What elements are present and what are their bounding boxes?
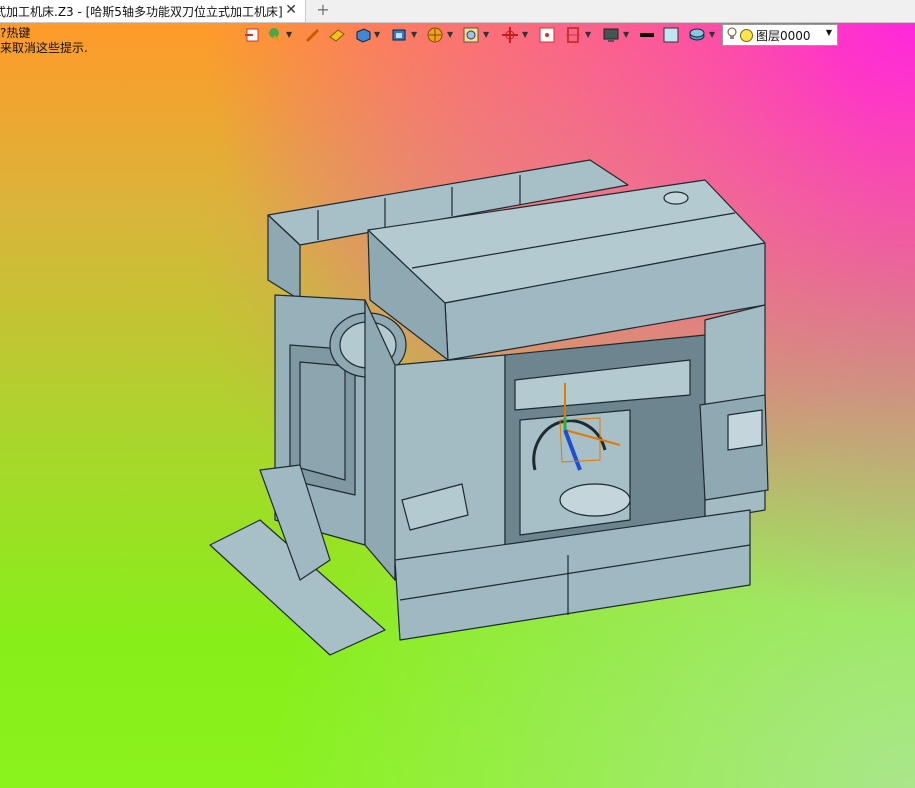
chevron-down-icon[interactable]: ▼ (447, 30, 453, 39)
grid-icon[interactable] (538, 26, 556, 44)
exit-icon[interactable] (244, 26, 262, 44)
view-cube-icon[interactable] (390, 26, 408, 44)
layer-name: 图层0000 (756, 29, 811, 43)
tab-title: 式加工机床.Z3 - [哈斯5轴多功能双刀位立式加工机床] (0, 4, 283, 19)
hint-line-1: ?热键 (0, 26, 31, 40)
line-style-icon[interactable] (638, 26, 656, 44)
document-tab[interactable]: 式加工机床.Z3 - [哈斯5轴多功能双刀位立式加工机床] ✕ (0, 0, 306, 22)
color-swatch-icon[interactable] (662, 26, 680, 44)
layer-dropdown[interactable]: 图层0000 ▼ (722, 24, 838, 46)
chevron-down-icon[interactable]: ▼ (374, 30, 380, 39)
chevron-down-icon[interactable]: ▼ (483, 30, 489, 39)
chevron-down-icon[interactable]: ▼ (623, 30, 629, 39)
cube-icon[interactable] (354, 26, 372, 44)
section-icon[interactable] (564, 26, 582, 44)
shading-icon[interactable] (426, 26, 444, 44)
chevron-down-icon[interactable]: ▼ (709, 30, 715, 39)
display-icon[interactable] (602, 26, 620, 44)
crosshair-icon[interactable] (501, 26, 519, 44)
close-icon[interactable]: ✕ (285, 2, 297, 18)
chevron-down-icon[interactable]: ▼ (826, 28, 832, 37)
chevron-down-icon[interactable]: ▼ (522, 30, 528, 39)
chevron-down-icon[interactable]: ▼ (411, 30, 417, 39)
new-tab-button[interactable]: + (314, 0, 332, 22)
hint-line-2: 来取消这些提示. (0, 41, 88, 55)
layer-color-icon (740, 29, 753, 42)
zoom-fit-icon[interactable] (462, 26, 480, 44)
cnc-machine-model[interactable] (0, 22, 915, 788)
eraser-icon[interactable] (328, 26, 346, 44)
hint-text: ?热键 来取消这些提示. (0, 26, 88, 56)
3d-viewport[interactable] (0, 22, 915, 788)
pen-icon[interactable] (304, 26, 322, 44)
chevron-down-icon[interactable]: ▼ (286, 30, 292, 39)
lightbulb-icon[interactable] (727, 27, 737, 40)
layers-icon[interactable] (688, 26, 706, 44)
chevron-down-icon[interactable]: ▼ (585, 30, 591, 39)
pick-filter-icon[interactable] (266, 26, 284, 44)
document-tab-bar: 式加工机床.Z3 - [哈斯5轴多功能双刀位立式加工机床] ✕ + (0, 0, 915, 23)
